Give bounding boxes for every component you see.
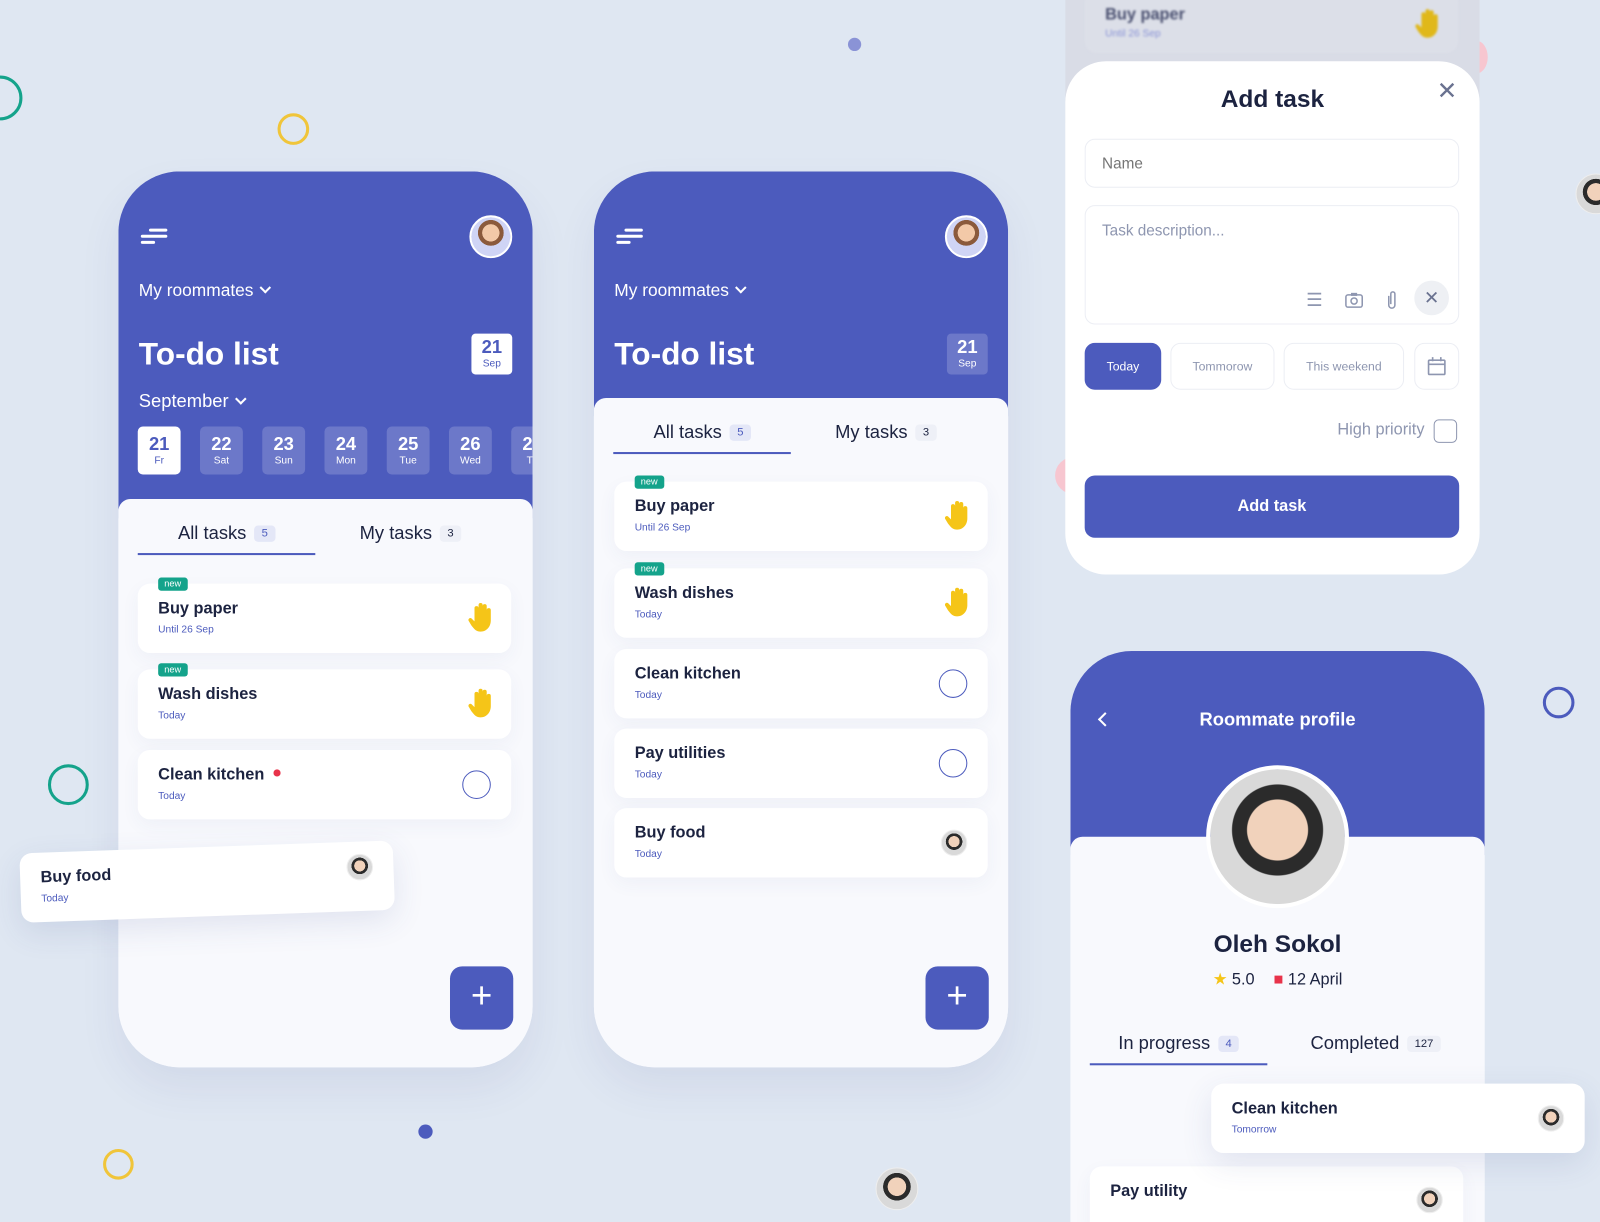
- today-date-badge: 21 Sep: [471, 333, 513, 375]
- menu-icon[interactable]: [616, 228, 643, 245]
- submit-add-task-button[interactable]: Add task: [1084, 475, 1460, 538]
- dragged-task-card[interactable]: Buy food Today: [19, 840, 395, 923]
- dragged-task-card[interactable]: Clean kitchen Tomorrow: [1211, 1083, 1585, 1154]
- day-item[interactable]: 25 Tue: [386, 426, 430, 475]
- day-item[interactable]: 21 Fr: [137, 426, 181, 475]
- todo-screen-list: My roommates To-do list 21 Sep All tasks 5…: [593, 171, 1009, 1068]
- camera-icon[interactable]: [1345, 292, 1363, 308]
- task-card[interactable]: Buy food Today: [614, 808, 988, 878]
- task-card[interactable]: new Wash dishes Today: [614, 562, 988, 638]
- blurred-task-card: Buy paper Until 26 Sep: [1084, 0, 1459, 54]
- month-dropdown[interactable]: September: [139, 391, 247, 412]
- high-priority-dot: [273, 769, 281, 777]
- today-date-badge: 21 Sep: [946, 333, 988, 375]
- assignee-avatar: [940, 829, 968, 857]
- add-task-modal: Add task ✕ Task description... ☰ ✕ Today…: [1065, 61, 1480, 575]
- profile-title: Roommate profile: [1199, 709, 1356, 730]
- page-title: To-do list: [138, 335, 279, 372]
- decor-dot: [418, 1124, 433, 1139]
- decor-circle: [277, 113, 310, 145]
- user-avatar[interactable]: [944, 215, 988, 259]
- day-item[interactable]: 26 Wed: [448, 426, 492, 475]
- profile-name: Oleh Sokol: [1213, 930, 1342, 959]
- cake-icon: ■: [1273, 971, 1284, 989]
- hand-icon[interactable]: [944, 500, 969, 531]
- chevron-down-icon: [235, 393, 247, 405]
- option-this-weekend[interactable]: This weekend: [1283, 342, 1405, 390]
- task-card[interactable]: Pay utilities Today: [614, 728, 988, 798]
- close-icon[interactable]: ✕: [1437, 79, 1458, 103]
- tab-all-tasks[interactable]: All tasks 5: [613, 413, 791, 455]
- assignee-avatar: [346, 853, 374, 881]
- complete-checkbox[interactable]: [462, 770, 491, 799]
- hand-icon: [1415, 9, 1438, 38]
- option-today[interactable]: Today: [1084, 342, 1162, 390]
- star-icon: ★: [1212, 971, 1228, 989]
- user-avatar[interactable]: [469, 215, 513, 259]
- page-title: To-do list: [614, 335, 755, 372]
- assignee-avatar: [1537, 1105, 1565, 1132]
- menu-icon[interactable]: [140, 228, 168, 245]
- task-card[interactable]: new Buy paper Until 26 Sep: [614, 475, 988, 552]
- task-card[interactable]: new Wash dishes Today: [137, 663, 512, 739]
- list-icon[interactable]: ☰: [1306, 290, 1322, 311]
- modal-title: Add task: [1220, 85, 1325, 114]
- add-task-button[interactable]: +: [925, 966, 989, 1030]
- calendar-button[interactable]: [1414, 342, 1460, 390]
- day-item[interactable]: 27Th: [511, 426, 533, 475]
- tab-my-tasks[interactable]: My tasks 3: [321, 514, 499, 555]
- decor-circle: [1542, 686, 1575, 719]
- group-dropdown[interactable]: My roommates: [614, 281, 748, 301]
- tab-my-tasks[interactable]: My tasks 3: [797, 413, 975, 454]
- avatar: [1575, 173, 1600, 215]
- day-item[interactable]: 24 Mon: [324, 426, 368, 475]
- task-card[interactable]: Pay utility: [1089, 1166, 1464, 1222]
- option-tomorrow[interactable]: Tommorow: [1170, 342, 1275, 390]
- todo-screen-calendar: My roommates To-do list 21 Sep September …: [118, 171, 533, 1068]
- high-priority-label: High priority: [1337, 421, 1425, 439]
- hand-icon[interactable]: [468, 602, 492, 633]
- description-input[interactable]: Task description... ☰ ✕: [1084, 205, 1460, 325]
- chevron-down-icon: [735, 281, 748, 294]
- attachment-icon[interactable]: [1386, 290, 1398, 310]
- avatar: [875, 1167, 919, 1211]
- profile-stats: ★ 5.0 ■ 12 April: [1212, 971, 1343, 989]
- day-picker: 21Fr 22Sat 23Sun 24Mon 25Tue 26Wed 27Th: [137, 426, 533, 475]
- decor-dot: [847, 37, 862, 52]
- task-card[interactable]: Clean kitchen Today: [137, 749, 512, 820]
- decor-circle: [0, 75, 23, 121]
- tab-all-tasks[interactable]: All tasks 5: [137, 514, 316, 556]
- profile-avatar: [1206, 765, 1349, 909]
- task-card[interactable]: Clean kitchen Today: [614, 648, 988, 719]
- calendar-icon: [1427, 357, 1446, 376]
- complete-checkbox[interactable]: [938, 669, 968, 698]
- high-priority-checkbox[interactable]: [1433, 419, 1458, 443]
- add-task-button[interactable]: +: [449, 966, 514, 1030]
- hand-icon[interactable]: [468, 688, 492, 719]
- hand-icon[interactable]: [944, 587, 969, 618]
- decor-circle: [47, 764, 89, 806]
- clear-description-button[interactable]: ✕: [1414, 280, 1449, 316]
- tab-completed[interactable]: Completed 127: [1273, 1024, 1477, 1065]
- complete-checkbox[interactable]: [938, 748, 968, 778]
- tab-in-progress[interactable]: In progress 4: [1089, 1024, 1268, 1066]
- day-item[interactable]: 23 Sun: [262, 426, 306, 475]
- name-input[interactable]: [1084, 138, 1460, 188]
- day-item[interactable]: 22 Sat: [199, 426, 243, 475]
- chevron-down-icon: [259, 281, 272, 294]
- group-dropdown[interactable]: My roommates: [139, 281, 272, 301]
- task-card[interactable]: new Buy paper Until 26 Sep: [137, 577, 512, 654]
- decor-circle: [103, 1148, 134, 1180]
